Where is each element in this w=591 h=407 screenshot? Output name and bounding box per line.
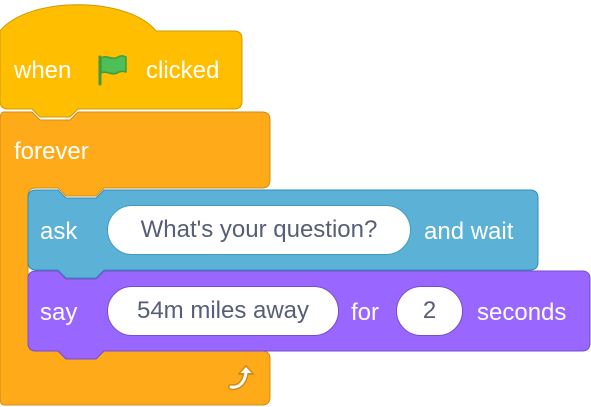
forever-label: forever bbox=[14, 138, 89, 165]
say-message-input[interactable]: 54m miles away bbox=[107, 286, 339, 336]
for-label: for bbox=[351, 299, 380, 326]
when-label: when bbox=[14, 57, 72, 84]
ask-label: ask bbox=[40, 218, 78, 245]
seconds-label: seconds bbox=[477, 299, 567, 326]
green-flag-icon bbox=[98, 55, 127, 86]
script-canvas bbox=[0, 4, 591, 406]
say-label: say bbox=[40, 299, 78, 326]
and-wait-label: and wait bbox=[424, 218, 514, 245]
loop-arrow-icon bbox=[228, 365, 254, 391]
clicked-label: clicked bbox=[146, 57, 220, 84]
seconds-input[interactable]: 2 bbox=[396, 286, 463, 336]
ask-question-input[interactable]: What's your question? bbox=[107, 205, 411, 255]
